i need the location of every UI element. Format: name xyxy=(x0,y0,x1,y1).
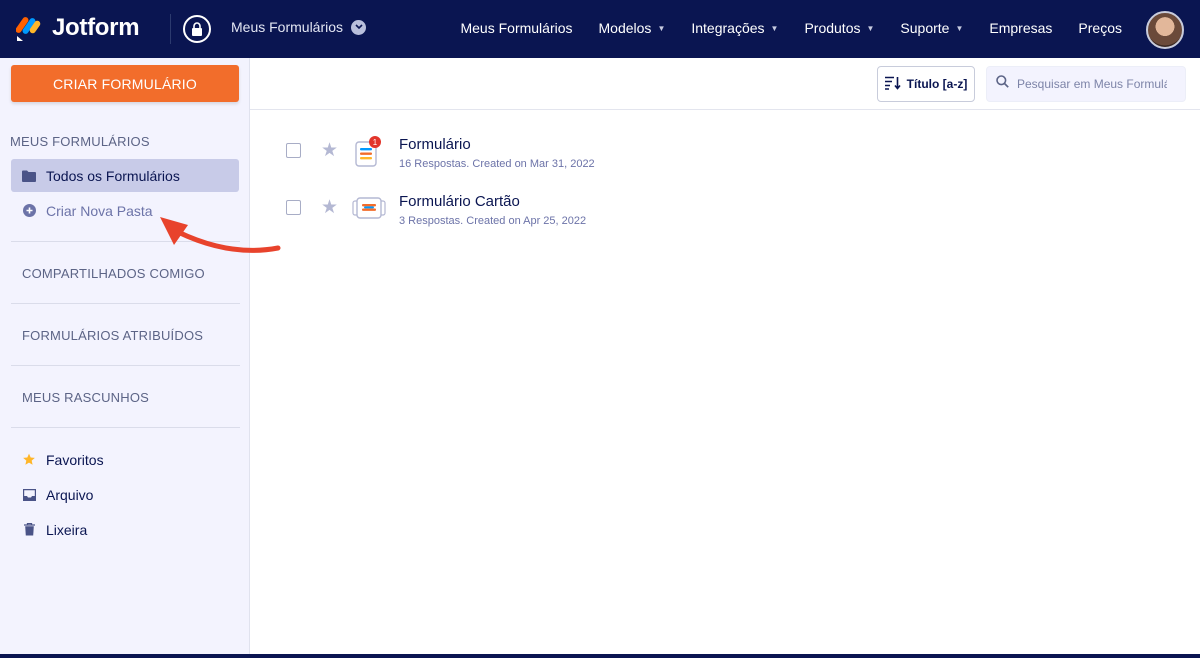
form-list-item[interactable]: ★ Formulário Cartão 3 Respostas. Created… xyxy=(286,193,1166,233)
form-checkbox[interactable] xyxy=(286,200,301,215)
sidebar-item-shared[interactable]: COMPARTILHADOS COMIGO xyxy=(22,266,205,281)
form-title[interactable]: Formulário xyxy=(399,136,471,153)
card-form-icon xyxy=(352,193,386,223)
nav-label: Empresas xyxy=(989,20,1053,36)
nav-item-suporte[interactable]: Suporte ▼ xyxy=(900,20,963,36)
jotform-logo[interactable]: Jotform xyxy=(16,14,140,42)
nav-item-produtos[interactable]: Produtos ▼ xyxy=(804,20,874,36)
nav-item-meus-formularios[interactable]: Meus Formulários xyxy=(460,20,572,36)
main-nav: Meus Formulários Modelos ▼ Integrações ▼ P… xyxy=(460,20,1122,36)
sort-label: Título [a-z] xyxy=(906,77,968,91)
top-navigation-bar: Jotform Meus Formulários Meus Formulário… xyxy=(0,0,1200,58)
nav-item-integracoes[interactable]: Integrações ▼ xyxy=(691,20,778,36)
sidebar-item-label: Todos os Formulários xyxy=(46,167,180,184)
chevron-down-icon: ▼ xyxy=(866,23,875,33)
form-icon: 1 xyxy=(352,136,386,167)
sidebar-item-drafts[interactable]: MEUS RASCUNHOS xyxy=(22,390,149,405)
divider xyxy=(11,427,240,428)
nav-label: Meus Formulários xyxy=(460,20,573,36)
jotform-logo-icon xyxy=(16,17,41,41)
divider xyxy=(11,303,240,304)
sidebar-item-archive[interactable]: Arquivo xyxy=(11,478,239,511)
sidebar-item-label: Arquivo xyxy=(46,486,94,503)
search-input[interactable] xyxy=(1017,77,1167,91)
search-icon xyxy=(996,75,1009,93)
sort-icon xyxy=(884,76,901,93)
nav-label: Integrações xyxy=(691,20,765,36)
notification-badge: 1 xyxy=(373,138,378,147)
sort-button[interactable]: Título [a-z] xyxy=(877,66,975,102)
favorite-star-icon[interactable]: ★ xyxy=(321,196,338,219)
workspace-label: Meus Formulários xyxy=(231,19,344,35)
divider xyxy=(11,365,240,366)
my-forms-heading: MEUS FORMULÁRIOS xyxy=(10,134,150,149)
favorite-star-icon[interactable]: ★ xyxy=(321,139,338,162)
user-avatar[interactable] xyxy=(1146,11,1184,49)
form-list-item[interactable]: ★ 1 Formulário 16 Respostas. Created on … xyxy=(286,136,1166,176)
form-meta: 3 Respostas. Created on Apr 25, 2022 xyxy=(399,215,587,227)
chevron-down-icon: ▼ xyxy=(955,23,964,33)
search-box xyxy=(986,66,1186,102)
chevron-down-icon xyxy=(351,19,367,35)
folder-icon xyxy=(22,169,36,183)
nav-item-precos[interactable]: Preços xyxy=(1078,20,1122,36)
nav-item-modelos[interactable]: Modelos ▼ xyxy=(599,20,666,36)
nav-label: Produtos xyxy=(804,20,861,36)
sidebar-item-all-forms[interactable]: Todos os Formulários xyxy=(11,159,239,192)
security-badge-icon[interactable] xyxy=(183,15,211,43)
nav-label: Preços xyxy=(1078,20,1122,36)
sidebar-item-assigned[interactable]: FORMULÁRIOS ATRIBUÍDOS xyxy=(22,328,203,343)
sidebar-item-label: Favoritos xyxy=(46,451,104,468)
sidebar-item-trash[interactable]: Lixeira xyxy=(11,513,239,546)
form-title[interactable]: Formulário Cartão xyxy=(399,193,520,210)
bottom-edge xyxy=(0,654,1200,658)
chevron-down-icon: ▼ xyxy=(770,23,779,33)
nav-item-empresas[interactable]: Empresas xyxy=(989,20,1052,36)
sidebar-item-label: Criar Nova Pasta xyxy=(46,202,153,219)
star-icon xyxy=(22,453,36,467)
nav-label: Modelos xyxy=(598,20,652,36)
brand-name: Jotform xyxy=(52,14,140,41)
plus-circle-icon xyxy=(22,204,36,218)
nav-label: Suporte xyxy=(900,20,950,36)
form-checkbox[interactable] xyxy=(286,143,301,158)
create-form-button[interactable]: CRIAR FORMULÁRIO xyxy=(11,65,239,102)
chevron-down-icon: ▼ xyxy=(657,23,666,33)
sidebar: CRIAR FORMULÁRIO MEUS FORMULÁRIOS Todos … xyxy=(0,58,250,658)
trash-icon xyxy=(22,523,36,537)
sidebar-item-label: Lixeira xyxy=(46,521,88,538)
divider xyxy=(170,14,171,44)
list-toolbar: Título [a-z] xyxy=(250,58,1200,110)
annotation-arrow xyxy=(160,217,281,253)
form-meta: 16 Respostas. Created on Mar 31, 2022 xyxy=(399,158,595,170)
sidebar-item-favorites[interactable]: Favoritos xyxy=(11,443,239,476)
workspace-selector[interactable]: Meus Formulários xyxy=(231,19,367,35)
archive-inbox-icon xyxy=(22,488,36,502)
